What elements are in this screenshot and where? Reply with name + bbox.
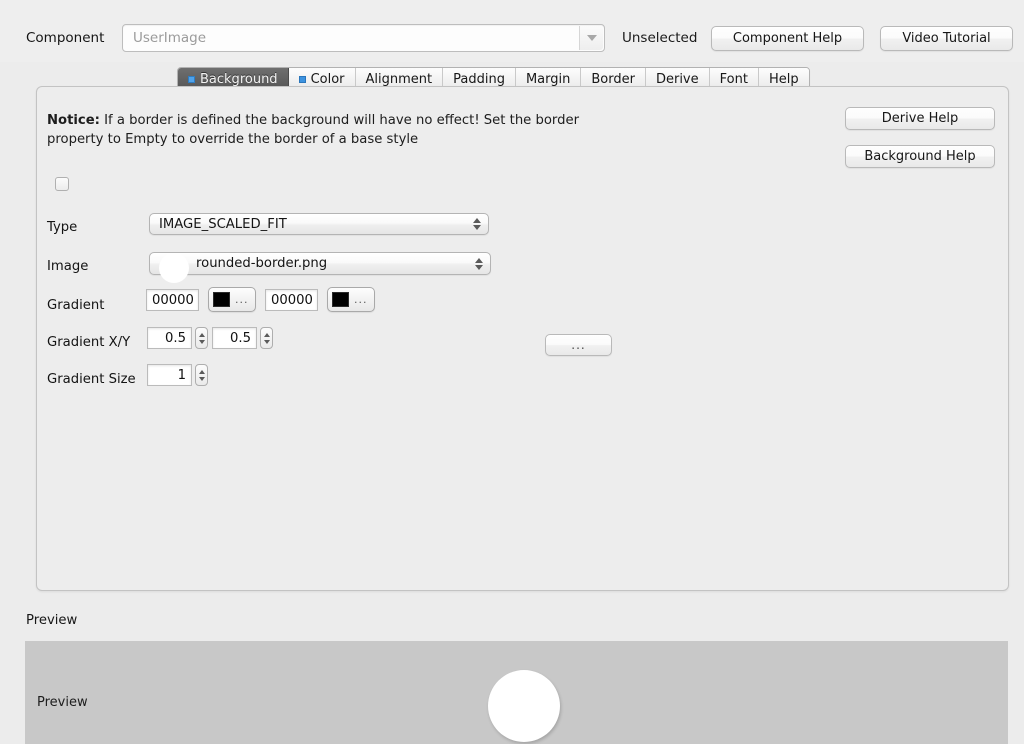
tab-font-label: Font [720, 72, 748, 87]
tab-padding-label: Padding [453, 72, 505, 87]
notice-body: If a border is defined the background wi… [47, 113, 579, 147]
gradient-xy-label: Gradient X/Y [47, 335, 130, 350]
gradient-color1-picker-label: ... [235, 293, 249, 306]
component-help-button[interactable]: Component Help [711, 26, 864, 51]
derive-checkbox[interactable] [55, 177, 69, 191]
stepper-icon[interactable] [473, 218, 481, 230]
gradient-color2-field[interactable]: 00000 [265, 289, 318, 311]
style-editor-window: Component UserImage Unselected Component… [0, 0, 1024, 744]
type-select[interactable]: IMAGE_SCALED_FIT [149, 213, 489, 235]
gradient-color1-picker-button[interactable]: ... [208, 287, 256, 312]
tab-margin-label: Margin [526, 72, 570, 87]
component-dropdown-button[interactable] [579, 26, 603, 50]
component-toolbar: Component UserImage Unselected Component… [0, 0, 1024, 62]
image-browse-button[interactable]: ... [545, 334, 612, 356]
color-swatch-icon [213, 292, 230, 307]
gradient-size-label: Gradient Size [47, 372, 136, 387]
chevron-down-icon [587, 35, 597, 41]
video-tutorial-button[interactable]: Video Tutorial [880, 26, 1013, 51]
gradient-size-stepper[interactable] [195, 364, 208, 386]
chevron-up-icon [199, 370, 205, 374]
tab-color-label: Color [311, 72, 345, 87]
gradient-x-field[interactable]: 0.5 [147, 327, 192, 349]
type-label: Type [47, 220, 77, 235]
preview-image-shape [488, 670, 560, 742]
stepper-icon[interactable] [475, 258, 483, 270]
chevron-up-icon [199, 333, 205, 337]
gradient-y-field[interactable]: 0.5 [212, 327, 257, 349]
gradient-color1-field[interactable]: 00000 [146, 289, 199, 311]
image-thumbnail [156, 254, 190, 274]
image-label: Image [47, 259, 88, 274]
bullet-icon [188, 76, 195, 83]
chevron-down-icon [199, 340, 205, 344]
gradient-size-field[interactable]: 1 [147, 364, 192, 386]
gradient-size-value: 1 [148, 368, 191, 383]
gradient-y-stepper[interactable] [260, 327, 273, 349]
notice-text: Notice: If a border is defined the backg… [47, 111, 607, 149]
chevron-down-icon [264, 340, 270, 344]
gradient-label: Gradient [47, 298, 104, 313]
background-settings-panel: Notice: If a border is defined the backg… [36, 86, 1009, 591]
component-label: Component [26, 30, 104, 46]
color-swatch-icon [332, 292, 349, 307]
notice-prefix: Notice: [47, 113, 100, 128]
gradient-color2-value: 00000 [266, 293, 317, 308]
bullet-icon [299, 76, 306, 83]
chevron-up-icon [475, 258, 483, 263]
gradient-x-stepper[interactable] [195, 327, 208, 349]
selection-status: Unselected [622, 30, 697, 46]
image-select[interactable]: rounded-border.png [149, 252, 491, 275]
preview-inner-label: Preview [37, 695, 88, 710]
gradient-y-value: 0.5 [213, 331, 256, 346]
derive-help-button[interactable]: Derive Help [845, 107, 995, 130]
tab-background-label: Background [200, 72, 278, 87]
preview-area: Preview [25, 641, 1008, 744]
preview-section-label: Preview [26, 613, 77, 628]
gradient-color2-picker-label: ... [354, 293, 368, 306]
image-value: rounded-border.png [190, 256, 327, 271]
gradient-color2-picker-button[interactable]: ... [327, 287, 375, 312]
tab-derive-label: Derive [656, 72, 699, 87]
chevron-down-icon [475, 265, 483, 270]
tab-help-label: Help [769, 72, 799, 87]
gradient-x-value: 0.5 [148, 331, 191, 346]
component-combobox[interactable]: UserImage [122, 24, 605, 52]
chevron-up-icon [473, 218, 481, 223]
chevron-down-icon [199, 377, 205, 381]
tab-border-label: Border [591, 72, 635, 87]
gradient-color1-value: 00000 [147, 293, 198, 308]
chevron-down-icon [473, 225, 481, 230]
tab-alignment-label: Alignment [366, 72, 433, 87]
background-help-button[interactable]: Background Help [845, 145, 995, 168]
type-value: IMAGE_SCALED_FIT [150, 217, 287, 232]
component-value: UserImage [133, 30, 206, 46]
chevron-up-icon [264, 333, 270, 337]
